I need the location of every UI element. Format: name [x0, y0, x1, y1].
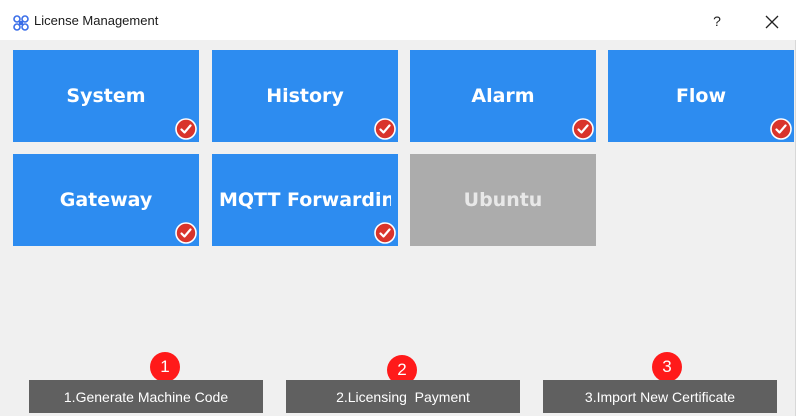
- licensing-payment-button[interactable]: 2.Licensing Payment: [286, 380, 520, 413]
- step-badge-3: 3: [652, 352, 682, 382]
- tile-label: System: [66, 85, 146, 107]
- window-title: License Management: [34, 13, 159, 28]
- module-tile-mqtt-forwarding[interactable]: MQTT Forwarding: [212, 154, 398, 246]
- module-tile-system[interactable]: System: [13, 50, 199, 142]
- module-tile-flow[interactable]: Flow: [608, 50, 794, 142]
- close-icon[interactable]: [760, 10, 784, 34]
- module-tile-gateway[interactable]: Gateway: [13, 154, 199, 246]
- step-badge-1: 1: [150, 352, 180, 382]
- generate-machine-code-button[interactable]: 1.Generate Machine Code: [29, 380, 263, 413]
- check-badge-icon: [175, 118, 197, 140]
- module-tile-alarm[interactable]: Alarm: [410, 50, 596, 142]
- help-button[interactable]: ?: [706, 10, 728, 32]
- tile-label: Gateway: [59, 189, 153, 211]
- tile-label: MQTT Forwarding: [219, 189, 391, 211]
- check-badge-icon: [374, 222, 396, 244]
- module-tile-ubuntu: Ubuntu: [410, 154, 596, 246]
- tile-label: Flow: [675, 85, 727, 107]
- check-badge-icon: [374, 118, 396, 140]
- license-management-window: License Management ? System History Alar…: [0, 0, 796, 416]
- title-bar: License Management ?: [0, 0, 796, 40]
- tile-label: History: [266, 85, 344, 107]
- tile-label: Ubuntu: [463, 189, 543, 211]
- check-badge-icon: [572, 118, 594, 140]
- check-badge-icon: [175, 222, 197, 244]
- tile-label: Alarm: [471, 85, 535, 107]
- cloverleaf-icon: [12, 14, 30, 32]
- import-new-certificate-button[interactable]: 3.Import New Certificate: [543, 380, 777, 413]
- check-badge-icon: [770, 118, 792, 140]
- module-tile-history[interactable]: History: [212, 50, 398, 142]
